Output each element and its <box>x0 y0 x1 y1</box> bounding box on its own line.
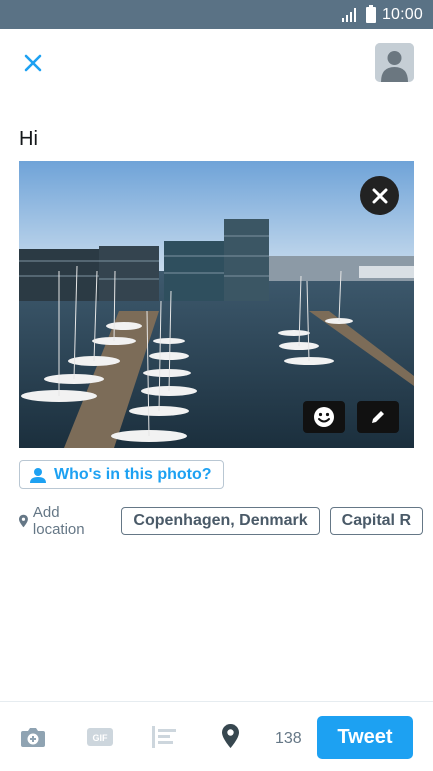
close-icon <box>24 54 42 72</box>
poll-icon <box>152 726 176 748</box>
compose-toolbar: GIF 138 Tweet <box>0 701 433 771</box>
location-suggestion[interactable]: Copenhagen, Denmark <box>121 507 320 535</box>
avatar[interactable] <box>375 43 414 82</box>
add-location-label: Add location <box>32 504 85 538</box>
edit-icon <box>372 411 384 423</box>
gif-button[interactable]: GIF <box>87 728 113 751</box>
location-pin-icon <box>222 724 239 748</box>
svg-text:GIF: GIF <box>93 733 109 743</box>
close-button[interactable] <box>20 50 46 76</box>
remove-photo-button[interactable] <box>360 176 399 215</box>
remove-photo-icon <box>372 188 387 203</box>
location-row: Add location Copenhagen, Denmark Capital… <box>19 504 433 538</box>
location-button[interactable] <box>222 724 239 753</box>
camera-icon <box>21 728 45 747</box>
tweet-button[interactable]: Tweet <box>317 716 413 759</box>
tag-people-label: Who's in this photo? <box>54 465 212 483</box>
add-location-button[interactable]: Add location <box>19 504 106 538</box>
sticker-button[interactable] <box>303 401 345 433</box>
status-bar: 10:00 <box>0 0 433 29</box>
avatar-icon <box>375 43 414 82</box>
attached-photo[interactable] <box>19 161 414 448</box>
add-photo-button[interactable] <box>20 726 46 753</box>
location-suggestion[interactable]: Capital R <box>329 507 423 535</box>
status-time: 10:00 <box>381 5 423 23</box>
tag-person-icon <box>30 467 46 483</box>
gif-icon: GIF <box>87 728 113 746</box>
poll-button[interactable] <box>152 726 178 753</box>
character-counter: 138 <box>275 730 302 747</box>
signal-icon <box>341 7 360 22</box>
edit-photo-button[interactable] <box>357 401 399 433</box>
tweet-text[interactable]: Hi <box>19 128 38 151</box>
location-pin-icon <box>19 514 28 528</box>
tag-people-button[interactable]: Who's in this photo? <box>19 460 224 489</box>
battery-icon <box>365 4 376 23</box>
sticker-icon <box>314 407 334 427</box>
